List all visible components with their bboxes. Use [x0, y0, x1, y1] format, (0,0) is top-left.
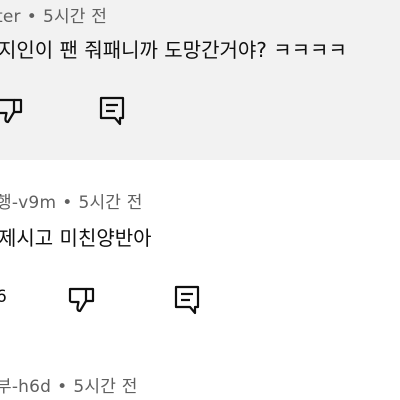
- comment-author[interactable]: 행-v9m: [0, 193, 56, 213]
- comment-time: 5시간 전: [73, 377, 138, 397]
- thumbs-down-icon[interactable]: [0, 94, 26, 126]
- thumbs-down-icon[interactable]: [66, 283, 98, 315]
- comment-meta: 부-h6d • 5시간 전: [0, 372, 138, 397]
- like-count: 6: [0, 287, 7, 307]
- comment-author[interactable]: ter: [0, 7, 21, 27]
- comment-time: 5시간 전: [42, 7, 108, 27]
- reply-comment-icon[interactable]: [171, 283, 203, 315]
- reply-comment-icon[interactable]: [96, 94, 128, 126]
- comment-item: ter•5시간 전 지인이 팬 줘패니까 도망간거야? ㅋㅋㅋㅋ: [0, 0, 400, 160]
- comments-list: ter•5시간 전 지인이 팬 줘패니까 도망간거야? ㅋㅋㅋㅋ 행-v9m•5…: [0, 0, 400, 400]
- comment-item: 부-h6d • 5시간 전: [0, 362, 400, 400]
- comment-time: 5시간 전: [78, 193, 143, 213]
- comment-text: 제시고 미친양반아: [0, 226, 152, 250]
- meta-separator: •: [26, 7, 37, 27]
- comment-text: 지인이 팬 줘패니까 도망간거야? ㅋㅋㅋㅋ: [0, 38, 347, 62]
- comment-item: 행-v9m • 5시간 전 제시고 미친양반아 6: [0, 162, 400, 342]
- comment-author[interactable]: 부-h6d: [0, 377, 51, 397]
- meta-separator: •: [57, 377, 68, 397]
- meta-separator: •: [62, 193, 73, 213]
- comment-meta: 행-v9m • 5시간 전: [0, 188, 143, 213]
- comment-actions: 6: [0, 279, 400, 319]
- comment-actions: [0, 90, 400, 130]
- comment-meta: ter•5시간 전: [0, 2, 107, 27]
